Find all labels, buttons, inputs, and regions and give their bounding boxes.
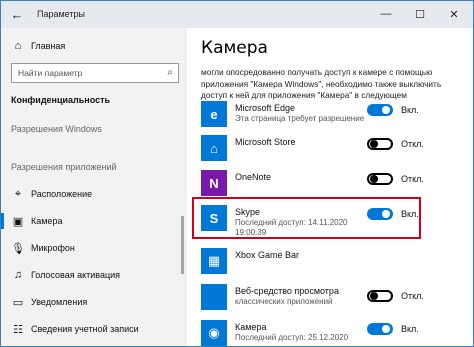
sidebar-item-account-info[interactable]: ☷ Сведения учетной записи [1,316,187,342]
toggle-knob [370,175,378,183]
minimize-button[interactable]: — [369,3,403,25]
sidebar-item-voice[interactable]: ♫ Голосовая активация [1,262,187,288]
settings-window: ← Параметры — ☐ ✕ ⌂ Главная Найти параме… [0,0,474,347]
search-input[interactable]: Найти параметр ⌕ [11,63,179,83]
toggle-knob [382,325,390,333]
toggle-knob [382,106,390,114]
edge-icon: e [201,101,227,127]
sidebar-item-label: Микрофон [31,243,75,253]
sidebar-item-notifications[interactable]: ▭ Уведомления [1,289,187,315]
xbox-icon: ▦ [201,248,227,274]
sidebar-item-label: Камера [31,216,63,226]
microphone-icon: 🎙 [11,242,25,255]
page-title: Камера [201,38,268,58]
group-heading-apps: Разрешения приложений [11,162,117,172]
edge-toggle[interactable] [367,104,393,116]
maximize-icon: ☐ [415,8,425,21]
camera-toggle[interactable] [367,323,393,335]
skype-highlight-box [192,197,421,239]
app-name: Microsoft Store [235,137,296,147]
active-indicator [1,213,4,229]
web-viewer-toggle[interactable] [367,290,393,302]
sidebar-item-label: Сведения учетной записи [31,324,139,334]
onenote-icon: N [201,170,227,196]
onenote-toggle[interactable] [367,173,393,185]
sidebar: ⌂ Главная Найти параметр ⌕ Конфиденциаль… [1,28,187,346]
toggle-label: Вкл. [401,105,419,115]
app-row-edge: e Microsoft Edge Эта страница требует ра… [201,101,469,135]
search-icon: ⌕ [167,67,173,78]
app-row-web-viewer: Веб-средство просмотра классических прил… [201,284,469,318]
app-subtitle: Последний доступ: 25.12.2020 [235,333,349,342]
store-toggle[interactable] [367,138,393,150]
app-name: Microsoft Edge [235,103,296,113]
app-subtitle: Эта страница требует разрешение [235,114,365,123]
toggle-label: Вкл. [401,324,419,334]
sidebar-item-label: Главная [31,41,66,51]
app-name: Xbox Game Bar [235,250,300,260]
toggle-label: Откл. [401,174,424,184]
sidebar-item-label: Голосовая активация [31,270,121,280]
sidebar-scrollbar[interactable] [181,216,184,274]
description-text: могли опосредованно получать доступ к ка… [201,67,442,100]
location-icon: ⌖ [14,187,22,200]
toggle-label: Откл. [401,291,424,301]
arrow-left-icon: ← [10,6,24,22]
close-icon: ✕ [449,8,459,21]
minimize-icon: — [380,8,392,20]
sidebar-item-camera[interactable]: ▣ Камера [1,208,187,234]
app-name: OneNote [235,172,272,182]
account-info-icon: ☷ [13,323,23,336]
notifications-icon: ▭ [12,296,24,309]
voice-icon: ♫ [13,269,23,281]
app-row-store: ⌂ Microsoft Store Откл. [201,135,469,169]
app-name: Веб-средство просмотра [235,286,339,296]
sidebar-item-label: Расположение [31,189,93,199]
sidebar-item-location[interactable]: ⌖ Расположение [1,181,187,207]
app-row-camera: ◉ Камера Последний доступ: 25.12.2020 Вк… [201,320,469,346]
sidebar-item-microphone[interactable]: 🎙 Микрофон [1,235,187,261]
web-viewer-icon [201,284,227,310]
toggle-knob [370,140,378,148]
store-icon: ⌂ [201,135,227,161]
app-subtitle: классических приложений [235,297,333,306]
close-button[interactable]: ✕ [437,3,471,25]
toggle-knob [370,292,378,300]
camera-app-icon: ◉ [201,320,227,346]
sidebar-item-label: Уведомления [31,297,88,307]
maximize-button[interactable]: ☐ [403,3,437,25]
section-heading: Конфиденциальность [11,95,111,105]
title-bar: ← Параметры — ☐ ✕ [1,1,473,28]
home-icon: ⌂ [14,40,22,52]
sidebar-item-home[interactable]: ⌂ Главная [1,33,187,59]
search-placeholder: Найти параметр [18,68,83,78]
window-title: Параметры [37,9,85,19]
app-row-xbox: ▦ Xbox Game Bar [201,248,469,282]
toggle-label: Откл. [401,139,424,149]
camera-icon: ▣ [12,215,24,228]
group-heading-windows: Разрешения Windows [11,124,102,134]
main-content: Камера могли опосредованно получать дост… [187,28,473,346]
back-button[interactable]: ← [7,4,27,24]
app-name: Камера [235,322,267,332]
